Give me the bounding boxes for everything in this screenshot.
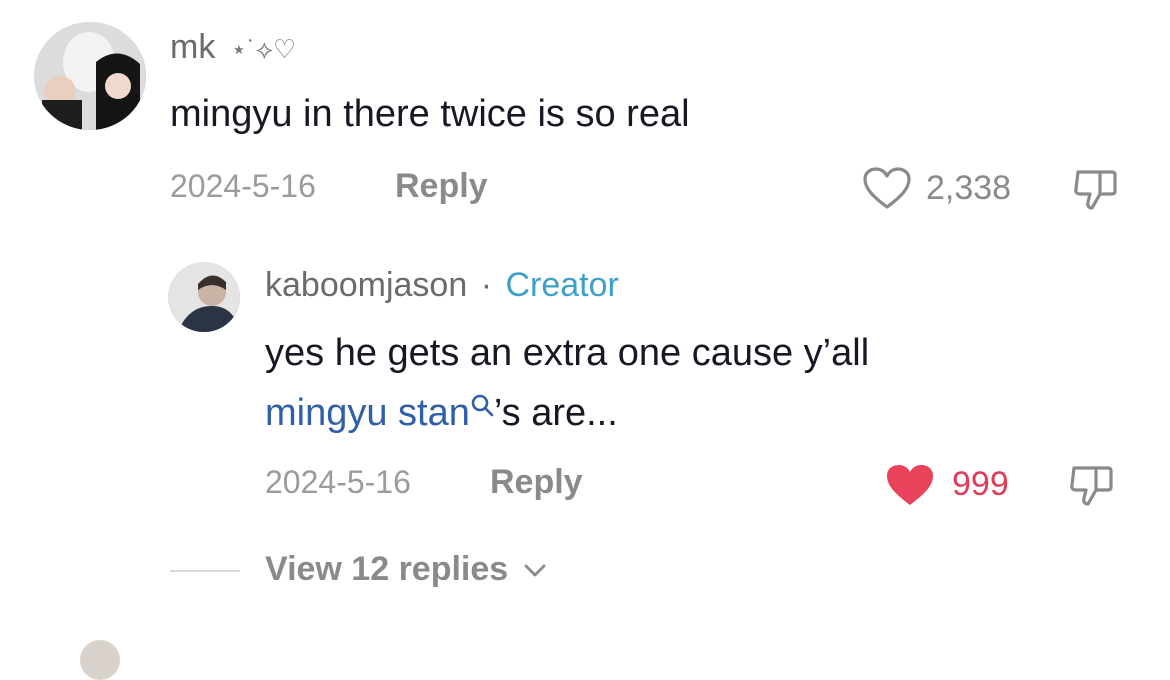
like-count: 2,338 [926, 169, 1012, 207]
separator-dot: · [480, 266, 493, 304]
reply-text-line1: yes he gets an extra one cause y’all [265, 332, 870, 374]
reply-like-button[interactable] [884, 462, 936, 508]
reply-dislike-button[interactable] [1068, 462, 1116, 508]
reply-username[interactable]: kaboomjason [265, 266, 467, 304]
replier-avatar[interactable] [168, 262, 240, 332]
chevron-down-icon [522, 562, 548, 580]
thumbs-down-icon [1068, 462, 1116, 508]
heart-outline-icon [862, 166, 912, 210]
search-icon[interactable] [470, 393, 494, 417]
username-text[interactable]: mk [170, 28, 215, 66]
comment-text: mingyu in there twice is so real [170, 93, 690, 135]
reply-date: 2024-5-16 [265, 464, 411, 500]
like-button[interactable] [862, 166, 912, 210]
reply-text-line2: mingyu stan ’s are... [265, 391, 618, 437]
replies-divider [170, 570, 240, 572]
creator-badge: Creator [505, 266, 619, 304]
username-decoration: ⋆˙⟡♡ [230, 34, 297, 64]
reply-reply-button[interactable]: Reply [490, 465, 583, 499]
dislike-button[interactable] [1072, 166, 1120, 212]
reply-button[interactable]: Reply [395, 169, 488, 203]
reply-username-row: kaboomjason · Creator [265, 268, 619, 302]
heart-filled-icon [884, 462, 936, 508]
view-replies-label: View 12 replies [265, 550, 509, 588]
thumbs-down-icon [1072, 166, 1120, 212]
commenter-avatar[interactable] [34, 22, 146, 130]
comment-date: 2024-5-16 [170, 168, 316, 204]
search-link[interactable]: mingyu stan [265, 392, 470, 434]
commenter-username[interactable]: mk ⋆˙⟡♡ [170, 30, 296, 64]
reply-like-count: 999 [952, 465, 1009, 503]
reply-text-tail: ’s are... [493, 392, 618, 434]
next-commenter-avatar[interactable] [80, 640, 120, 680]
view-replies-button[interactable]: View 12 replies [265, 552, 548, 586]
